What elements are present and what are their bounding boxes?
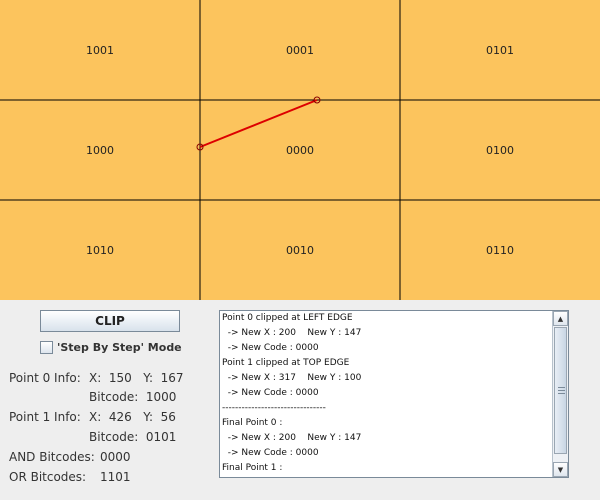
region-label-top-center: 0001 (286, 44, 314, 57)
point0-info-label: Point 0 Info: (9, 371, 81, 385)
point1-bitcode: Bitcode: 0101 (89, 430, 177, 444)
point1-coords: X: 426 Y: 56 (89, 410, 176, 424)
log-line: -> New X : 317 New Y : 100 (222, 373, 362, 383)
clipped-line-segment (199, 99, 318, 148)
grip-line (558, 390, 565, 391)
region-label-middle-right: 0100 (486, 144, 514, 157)
region-label-bottom-left: 1010 (86, 244, 114, 257)
scroll-up-icon[interactable]: ▲ (553, 311, 568, 326)
log-line: Point 0 clipped at LEFT EDGE (222, 313, 353, 323)
region-label-top-left: 1001 (86, 44, 114, 57)
and-bitcodes-label: AND Bitcodes: (9, 450, 95, 464)
region-label-middle-center: 0000 (286, 144, 314, 157)
region-label-top-right: 0101 (486, 44, 514, 57)
grip-line (558, 393, 565, 394)
log-line: -> New Code : 0000 (222, 388, 319, 398)
scroll-down-icon[interactable]: ▼ (553, 462, 568, 477)
or-bitcodes-label: OR Bitcodes: (9, 470, 87, 484)
log-line: Final Point 1 : (222, 463, 283, 473)
point0-coords: X: 150 Y: 167 (89, 371, 184, 385)
log-line: Point 1 clipped at TOP EDGE (222, 358, 350, 368)
clip-log-textarea[interactable]: Point 0 clipped at LEFT EDGE -> New X : … (219, 310, 569, 478)
clipping-canvas[interactable]: 1001 0001 0101 1000 0000 0100 1010 0010 … (0, 0, 600, 300)
log-line: -> New Code : 0000 (222, 343, 319, 353)
log-line: -> New X : 200 New Y : 147 (222, 433, 362, 443)
clip-button[interactable]: CLIP (40, 310, 180, 332)
log-line: -------------------------------- (222, 403, 326, 413)
log-scrollbar[interactable]: ▲ ▼ (552, 311, 568, 477)
point1-info-label: Point 1 Info: (9, 410, 81, 424)
log-line: -> New X : 200 New Y : 147 (222, 328, 362, 338)
or-bitcodes-value: 1101 (100, 470, 131, 484)
step-mode-label: 'Step By Step' Mode (57, 341, 182, 354)
point0-bitcode: Bitcode: 1000 (89, 390, 177, 404)
grip-line (558, 387, 565, 388)
step-mode-checkbox[interactable] (40, 341, 53, 354)
step-mode-toggle[interactable]: 'Step By Step' Mode (40, 341, 182, 354)
log-line: -> New Code : 0000 (222, 448, 319, 458)
region-label-bottom-center: 0010 (286, 244, 314, 257)
region-label-bottom-right: 0110 (486, 244, 514, 257)
and-bitcodes-value: 0000 (100, 450, 131, 464)
region-label-middle-left: 1000 (86, 144, 114, 157)
log-line: Final Point 0 : (222, 418, 283, 428)
scrollbar-thumb[interactable] (554, 327, 567, 454)
